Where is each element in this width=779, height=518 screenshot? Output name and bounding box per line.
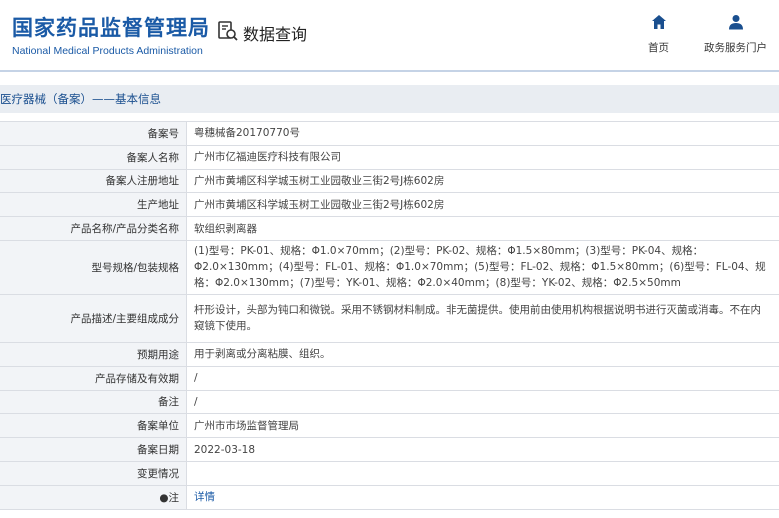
field-value: 广州市黄埔区科学城玉树工业园敬业三街2号J栋602房 [194, 198, 445, 211]
field-label: 产品描述/主要组成成分 [0, 294, 187, 342]
field-label: 预期用途 [0, 342, 187, 366]
user-icon [728, 14, 744, 34]
search-document-icon [217, 20, 239, 46]
field-value: 广州市黄埔区科学城玉树工业园敬业三街2号J栋602房 [194, 174, 445, 187]
device-info-table: 备案号 粤穗械备20170770号 备案人名称 广州市亿福迪医疗科技有限公司 备… [0, 121, 779, 510]
nav-home-label: 首页 [648, 42, 669, 54]
table-row: 备案号 粤穗械备20170770号 [0, 122, 779, 146]
table-row: 备案人名称 广州市亿福迪医疗科技有限公司 [0, 145, 779, 170]
field-value: / [194, 372, 198, 385]
field-label: 备注 [0, 390, 187, 414]
table-row: 型号规格/包装规格 (1)型号：PK-01、规格：Φ1.0×70mm；(2)型号… [0, 240, 779, 295]
field-value: 软组织剥离器 [194, 222, 257, 235]
field-label: 备案人名称 [0, 145, 187, 169]
details-link[interactable]: 详情 [194, 489, 215, 505]
field-value [187, 462, 779, 485]
data-query-title: 数据查询 [217, 20, 307, 46]
table-row: 产品名称/产品分类名称 软组织剥离器 [0, 217, 779, 241]
field-label: 备案号 [0, 122, 187, 145]
logo-english-name: National Medical Products Administration [12, 45, 203, 57]
nav-service-label: 政务服务门户 [704, 42, 767, 54]
table-row: 备案单位 广州市市场监督管理局 [0, 414, 779, 439]
table-row: 变更情况 [0, 461, 779, 486]
site-logo[interactable]: 国家药品监督管理局 National Medical Products Admi… [12, 12, 210, 57]
table-row: 备案人注册地址 广州市黄埔区科学城玉树工业园敬业三街2号J栋602房 [0, 169, 779, 194]
field-label: ●注 [0, 485, 187, 509]
field-value: 2022-03-18 [194, 443, 256, 456]
field-value: / [194, 395, 198, 408]
field-value: 杆形设计，头部为钝口和微锐。采用不锈钢材料制成。非无菌提供。使用前由使用机构根据… [194, 304, 761, 333]
table-row: 生产地址 广州市黄埔区科学城玉树工业园敬业三街2号J栋602房 [0, 193, 779, 218]
nav-service-portal[interactable]: 政务服务门户 [704, 14, 767, 55]
field-label: 产品存储及有效期 [0, 366, 187, 390]
field-label: 生产地址 [0, 193, 187, 217]
field-value: 广州市市场监督管理局 [194, 419, 299, 432]
field-value-link: 详情 [187, 486, 779, 509]
field-label: 备案单位 [0, 414, 187, 438]
home-icon [651, 14, 667, 34]
table-row: 备注 / [0, 390, 779, 415]
field-label: 备案人注册地址 [0, 169, 187, 193]
table-row: 产品存储及有效期 / [0, 366, 779, 391]
field-value: (1)型号：PK-01、规格：Φ1.0×70mm；(2)型号：PK-02、规格：… [194, 245, 766, 290]
section-title-bar: 医疗器械（备案）——基本信息 [0, 85, 779, 113]
section-title: 医疗器械（备案）——基本信息 [0, 92, 161, 106]
nav-home[interactable]: 首页 [648, 14, 669, 55]
field-value: 粤穗械备20170770号 [194, 127, 300, 140]
table-row: 预期用途 用于剥离或分离粘膜、组织。 [0, 342, 779, 367]
data-query-label: 数据查询 [243, 25, 308, 44]
field-value: 广州市亿福迪医疗科技有限公司 [194, 151, 341, 164]
field-label: 备案日期 [0, 438, 187, 461]
field-value: 用于剥离或分离粘膜、组织。 [194, 348, 331, 361]
field-label: 变更情况 [0, 461, 187, 485]
field-label: 产品名称/产品分类名称 [0, 217, 187, 240]
table-row: ●注 详情 [0, 485, 779, 510]
table-row: 产品描述/主要组成成分 杆形设计，头部为钝口和微锐。采用不锈钢材料制成。非无菌提… [0, 294, 779, 343]
field-label: 型号规格/包装规格 [0, 240, 187, 294]
logo-chinese-name: 国家药品监督管理局 [12, 16, 210, 40]
site-header: 国家药品监督管理局 National Medical Products Admi… [0, 0, 779, 72]
table-row: 备案日期 2022-03-18 [0, 438, 779, 462]
